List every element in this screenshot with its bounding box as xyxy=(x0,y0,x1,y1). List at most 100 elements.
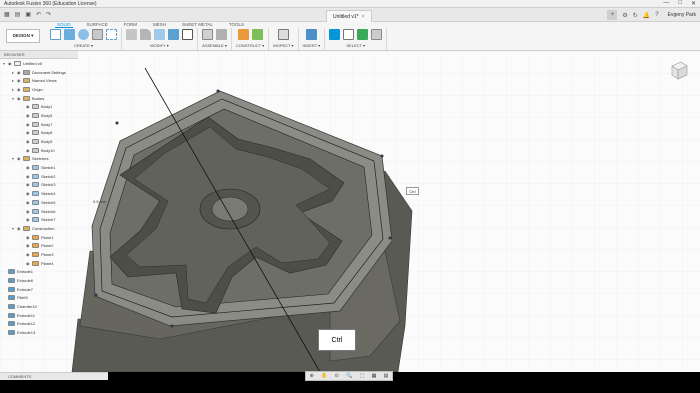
browser-item[interactable]: Extrude11 xyxy=(0,311,78,320)
comments-panel[interactable]: COMMENTS xyxy=(0,372,108,380)
browser-item[interactable]: Extrude6 xyxy=(0,276,78,285)
browser-item[interactable]: ▾ ◉ Construction xyxy=(0,224,78,233)
workspace-switcher-button[interactable]: DESIGN ▾ xyxy=(6,29,40,43)
browser-item[interactable]: Extrude12 xyxy=(0,320,78,329)
close-window-button[interactable]: ✕ xyxy=(691,0,696,7)
help-icon[interactable]: ? xyxy=(655,12,658,18)
browser-item[interactable]: ◉ Sketch6 xyxy=(0,207,78,216)
browser-item[interactable]: ▾ ◉ Untitled v8 xyxy=(0,59,78,68)
inspect-menu[interactable]: INSPECT ▾ xyxy=(273,43,293,48)
select-menu[interactable]: SELECT ▾ xyxy=(346,43,365,48)
undo-icon[interactable]: ↶ xyxy=(36,11,41,18)
shell-icon[interactable] xyxy=(168,29,179,40)
select-box-icon[interactable] xyxy=(357,29,369,40)
browser-header[interactable]: BROWSER xyxy=(0,51,78,59)
new-component-icon[interactable] xyxy=(202,29,213,40)
offset-plane-icon[interactable] xyxy=(237,29,249,40)
minimize-button[interactable]: — xyxy=(663,0,669,7)
browser-item[interactable]: ◉ Plane1 xyxy=(0,233,78,242)
browser-item[interactable]: ▸ ◉ Named Views xyxy=(0,76,78,85)
move-icon[interactable] xyxy=(182,29,193,40)
sketch-icon xyxy=(32,165,39,171)
browser-item-label: Extrude1 xyxy=(17,269,34,275)
browser-item-label: Sketches xyxy=(32,156,49,162)
browser-item[interactable]: ◉ Sketch3 xyxy=(0,181,78,190)
browser-item[interactable]: ◉ Sketch7 xyxy=(0,215,78,224)
save-icon[interactable]: ▣ xyxy=(25,11,31,18)
axis-icon[interactable] xyxy=(251,29,263,40)
job-status-icon[interactable]: ↻ xyxy=(633,12,638,19)
canvas-viewport[interactable] xyxy=(0,51,700,372)
grid-settings-icon[interactable]: ▤ xyxy=(384,373,389,379)
extrude-icon[interactable] xyxy=(64,29,75,40)
browser-item[interactable]: ◉ Sketch5 xyxy=(0,198,78,207)
browser-item[interactable]: ▸ ◉ Origin xyxy=(0,85,78,94)
viewcube-icon[interactable] xyxy=(668,59,690,81)
chamfer-icon[interactable] xyxy=(154,29,165,40)
insert-menu[interactable]: INSERT ▾ xyxy=(303,43,321,48)
box-icon[interactable] xyxy=(106,29,117,40)
orbit-icon[interactable]: ⊕ xyxy=(310,373,314,379)
browser-item[interactable]: ◉ Plane2 xyxy=(0,241,78,250)
folder-icon xyxy=(23,95,30,101)
browser-item[interactable]: ◉ Body10 xyxy=(0,146,78,155)
construct-menu[interactable]: CONSTRUCT ▾ xyxy=(236,43,264,48)
display-settings-icon[interactable]: ▦ xyxy=(372,373,377,379)
notifications-icon[interactable]: 🔔 xyxy=(643,12,650,19)
browser-item[interactable]: ◉ Plane4 xyxy=(0,259,78,268)
comments-label: COMMENTS xyxy=(8,374,32,379)
insert-image-icon[interactable] xyxy=(305,29,317,40)
select-window-icon[interactable] xyxy=(343,29,355,40)
browser-item[interactable]: Extrude7 xyxy=(0,285,78,294)
sketch-icon[interactable] xyxy=(50,29,61,40)
browser-item[interactable]: ▸ ◉ Document Settings xyxy=(0,68,78,77)
data-panel-icon[interactable]: ▦ xyxy=(4,11,10,18)
browser-item[interactable]: Extrude13 xyxy=(0,328,78,337)
file-menu-icon[interactable]: ▤ xyxy=(15,11,21,18)
browser-item-label: Extrude12 xyxy=(17,321,36,327)
select-body-icon[interactable] xyxy=(371,29,383,40)
redo-icon[interactable]: ↷ xyxy=(46,11,51,18)
browser-item[interactable]: ▾ ◉ Sketches xyxy=(0,155,78,164)
assemble-menu[interactable]: ASSEMBLE ▾ xyxy=(202,43,227,48)
browser-item-label: Sketch6 xyxy=(41,208,56,214)
browser-item[interactable]: Fillet5 xyxy=(0,294,78,303)
close-tab-icon[interactable]: × xyxy=(362,14,365,20)
browser-item-label: Body10 xyxy=(41,147,55,153)
browser-item[interactable]: ◉ Body5 xyxy=(0,111,78,120)
extensions-icon[interactable]: ⚙ xyxy=(622,12,627,19)
select-arrow-icon[interactable] xyxy=(329,29,341,40)
browser-item[interactable]: ◉ Body9 xyxy=(0,137,78,146)
model-canvas[interactable] xyxy=(0,51,700,372)
qat-right: + ⚙ ↻ 🔔 ? Evgeny Park xyxy=(607,10,696,20)
measure-icon[interactable] xyxy=(277,29,289,40)
document-tab[interactable]: Untitled v1* × xyxy=(326,10,372,22)
browser-item[interactable]: Chamfer10 xyxy=(0,302,78,311)
look-at-icon[interactable]: ⊙ xyxy=(335,373,339,379)
joint-icon[interactable] xyxy=(216,29,227,40)
browser-item[interactable]: ▾ ◉ Bodies xyxy=(0,94,78,103)
browser-item[interactable]: ◉ Body8 xyxy=(0,129,78,138)
browser-item[interactable]: ◉ Sketch4 xyxy=(0,189,78,198)
browser-item-label: Sketch3 xyxy=(41,182,56,188)
browser-item-label: Document Settings xyxy=(32,69,66,75)
press-pull-icon[interactable] xyxy=(126,29,137,40)
hole-icon[interactable] xyxy=(92,29,103,40)
user-name[interactable]: Evgeny Park xyxy=(668,12,696,18)
browser-item[interactable]: ◉ Plane3 xyxy=(0,250,78,259)
revolve-icon[interactable] xyxy=(78,29,89,40)
fillet-icon[interactable] xyxy=(140,29,151,40)
browser-item[interactable]: ◉ Sketch2 xyxy=(0,172,78,181)
browser-item[interactable]: ◉ Sketch1 xyxy=(0,163,78,172)
modify-menu[interactable]: MODIFY ▾ xyxy=(150,43,169,48)
maximize-button[interactable]: □ xyxy=(678,0,682,7)
browser-item-label: Sketch2 xyxy=(41,173,56,179)
browser-item[interactable]: ◉ Body7 xyxy=(0,120,78,129)
create-menu[interactable]: CREATE ▾ xyxy=(74,43,93,48)
zoom-icon[interactable]: 🔍 xyxy=(346,373,352,379)
browser-item[interactable]: ◉ Body1 xyxy=(0,102,78,111)
pan-icon[interactable]: ✋ xyxy=(321,373,327,379)
browser-item[interactable]: Extrude1 xyxy=(0,268,78,277)
fit-icon[interactable]: ⬚ xyxy=(360,373,365,379)
new-tab-button[interactable]: + xyxy=(607,10,618,20)
